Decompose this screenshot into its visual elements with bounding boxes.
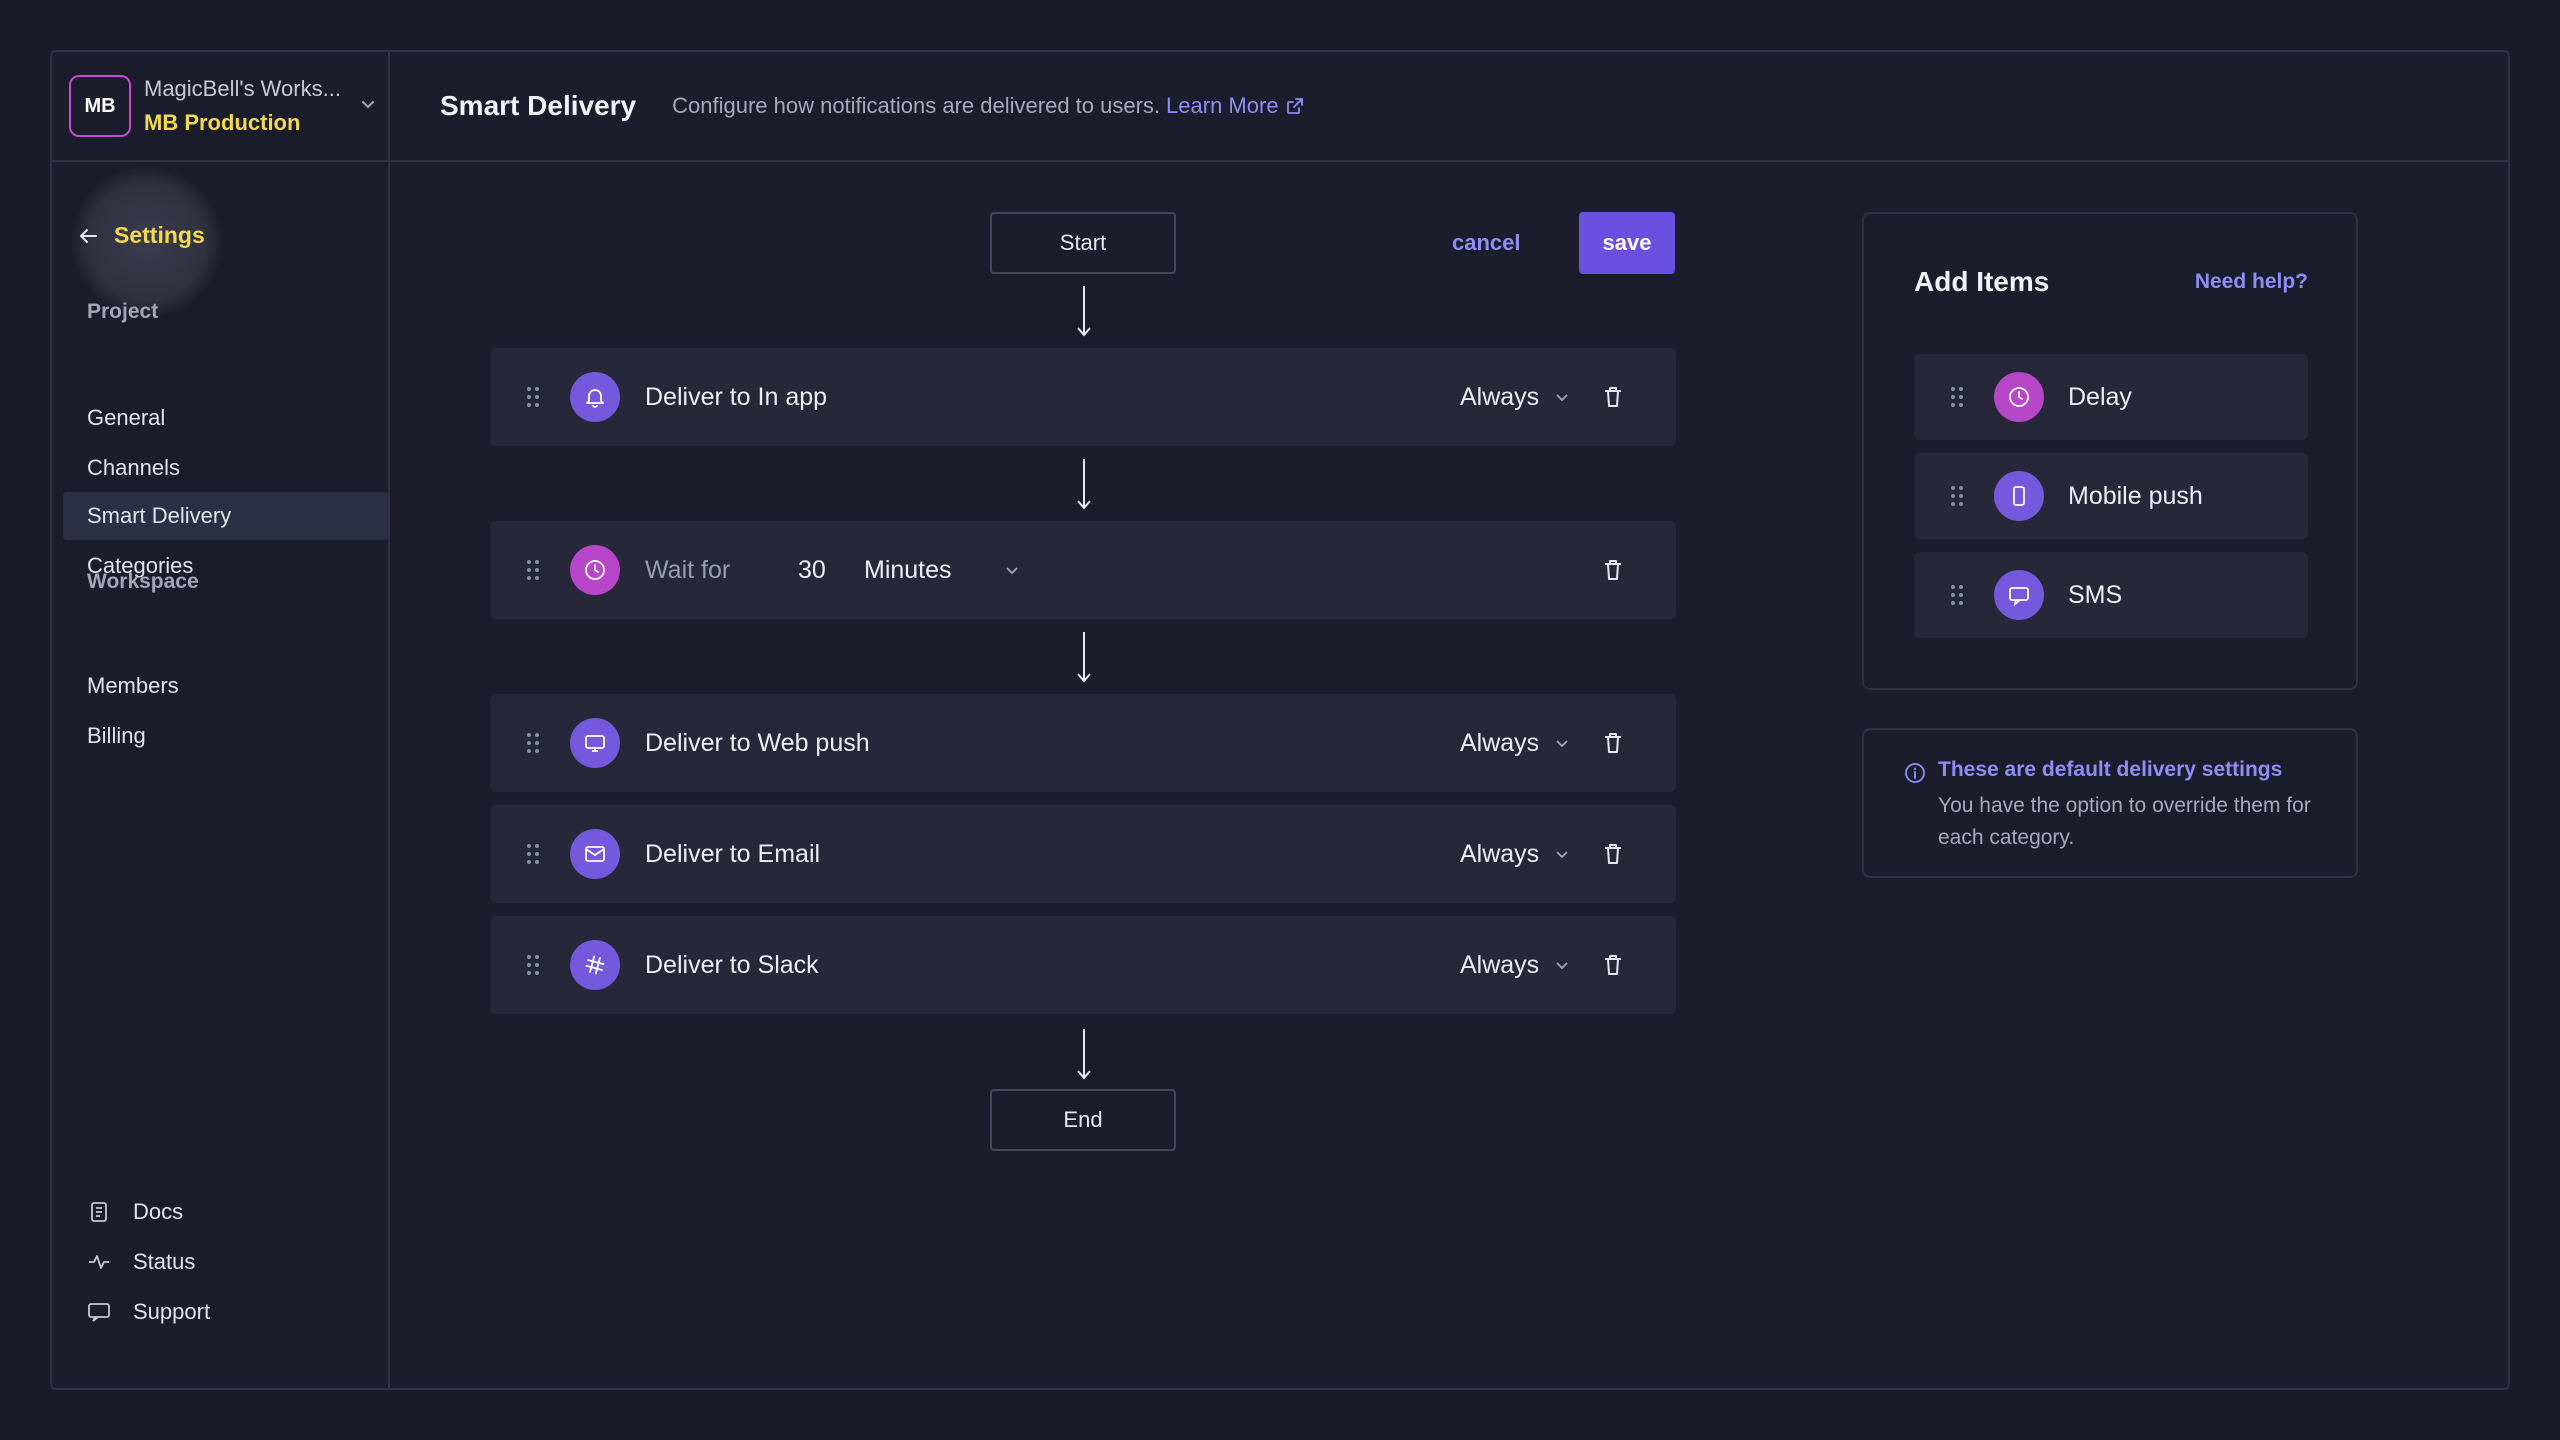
condition-select[interactable]: Always <box>1460 348 1571 446</box>
back-to-settings[interactable]: Settings <box>76 222 205 249</box>
mail-icon <box>570 829 620 879</box>
condition-value: Always <box>1460 950 1540 979</box>
step-email[interactable]: Deliver to Email Always <box>490 805 1676 903</box>
trash-icon[interactable] <box>1602 842 1624 866</box>
add-item-label: Delay <box>2068 382 2132 411</box>
add-item-label: Mobile push <box>2068 481 2203 510</box>
flow-arrow <box>1077 1029 1091 1080</box>
workspace-name: MagicBell's Works... <box>144 76 341 101</box>
drag-handle-icon[interactable] <box>526 954 540 976</box>
clock-icon <box>570 545 620 595</box>
workspace-switcher[interactable]: MB MagicBell's Works... MB Production <box>52 52 388 162</box>
drag-handle-icon[interactable] <box>526 732 540 754</box>
step-label: Deliver to Email <box>645 839 821 868</box>
section-project: Project <box>87 300 159 323</box>
flow-arrow <box>1077 632 1091 683</box>
info-body: You have the option to override them for… <box>1938 794 2311 849</box>
add-item-mobile-push[interactable]: Mobile push <box>1914 453 2308 539</box>
chevron-down-icon <box>1556 740 1568 748</box>
sidebar-item-smart-delivery[interactable]: Smart Delivery <box>63 492 389 540</box>
condition-value: Always <box>1460 728 1540 757</box>
workspace-avatar: MB <box>69 75 131 137</box>
trash-icon[interactable] <box>1602 385 1624 409</box>
bell-icon <box>570 372 620 422</box>
flow-end: End <box>990 1089 1176 1151</box>
sidebar: MB MagicBell's Works... MB Production Se… <box>52 52 390 1388</box>
docs-label: Docs <box>133 1199 184 1224</box>
drag-handle-icon[interactable] <box>1950 386 1964 408</box>
flow-arrow <box>1077 459 1091 510</box>
step-slack[interactable]: Deliver to Slack Always <box>490 916 1676 1014</box>
drag-handle-icon[interactable] <box>526 559 540 581</box>
step-wait[interactable]: Wait for 30 Minutes <box>490 521 1676 619</box>
chevron-down-icon <box>1556 962 1568 970</box>
condition-select[interactable]: Always <box>1460 805 1571 903</box>
step-label: Deliver to Web push <box>645 728 870 757</box>
info-icon <box>1905 763 1925 783</box>
footer-support[interactable]: Support <box>87 1299 210 1325</box>
docs-icon <box>91 1202 107 1222</box>
project-name: MB Production <box>144 110 301 135</box>
phone-icon <box>1994 471 2044 521</box>
drag-handle-icon[interactable] <box>1950 584 1964 606</box>
condition-value: Always <box>1460 839 1540 868</box>
info-card: These are default delivery settings You … <box>1862 728 2358 878</box>
step-label: Deliver to Slack <box>645 950 819 979</box>
activity-icon <box>89 1255 109 1269</box>
chat-icon <box>88 1303 110 1322</box>
monitor-icon <box>570 718 620 768</box>
sidebar-item-channels[interactable]: Channels <box>63 444 389 492</box>
add-item-label: SMS <box>2068 580 2123 609</box>
wait-unit-select[interactable]: Minutes <box>864 521 952 619</box>
condition-select[interactable]: Always <box>1460 916 1571 1014</box>
drag-handle-icon[interactable] <box>526 843 540 865</box>
chevron-down-icon <box>1556 394 1568 402</box>
chevron-down-icon <box>1556 851 1568 859</box>
chevron-down-icon[interactable] <box>358 94 378 114</box>
drag-handle-icon[interactable] <box>526 386 540 408</box>
trash-icon[interactable] <box>1602 731 1624 755</box>
section-workspace: Workspace <box>87 570 199 593</box>
save-button[interactable]: save <box>1579 212 1675 274</box>
settings-label: Settings <box>114 222 205 248</box>
condition-value: Always <box>1460 382 1540 411</box>
status-label: Status <box>133 1249 196 1274</box>
page-title: Smart Delivery <box>440 90 637 121</box>
condition-select[interactable]: Always <box>1460 694 1571 792</box>
drag-handle-icon[interactable] <box>1950 485 1964 507</box>
message-icon <box>1994 570 2044 620</box>
app-window: MB MagicBell's Works... MB Production Se… <box>50 50 2510 1390</box>
sidebar-item-members[interactable]: Members <box>63 662 389 710</box>
wait-label: Wait for <box>645 555 731 584</box>
flow-start: Start <box>990 212 1176 274</box>
page-description: Configure how notifications are delivere… <box>672 93 1161 118</box>
panel-title: Add Items <box>1914 266 2050 297</box>
footer-docs[interactable]: Docs <box>87 1199 183 1225</box>
need-help-link[interactable]: Need help? <box>2195 270 2308 294</box>
trash-icon[interactable] <box>1602 558 1624 582</box>
arrow-left-icon <box>80 228 97 243</box>
step-label: Deliver to In app <box>645 382 828 411</box>
learn-more-link[interactable]: Learn More <box>1166 93 1305 119</box>
external-link-icon <box>1286 98 1303 114</box>
learn-more-label: Learn More <box>1166 93 1279 118</box>
sidebar-item-general[interactable]: General <box>63 394 389 442</box>
add-items-panel: Add Items Need help? Delay Mobile push S… <box>1862 212 2358 690</box>
clock-icon <box>1994 372 2044 422</box>
step-in-app[interactable]: Deliver to In app Always <box>490 348 1676 446</box>
flow-arrow <box>1077 286 1091 337</box>
add-item-delay[interactable]: Delay <box>1914 354 2308 440</box>
support-label: Support <box>133 1299 211 1324</box>
sidebar-item-billing[interactable]: Billing <box>63 712 389 760</box>
info-title: These are default delivery settings <box>1938 758 2283 781</box>
cancel-button[interactable]: cancel <box>1452 212 1521 274</box>
slack-icon <box>570 940 620 990</box>
page-header: Smart Delivery Configure how notificatio… <box>390 52 2508 162</box>
chevron-down-icon[interactable] <box>1003 561 1021 579</box>
trash-icon[interactable] <box>1602 953 1624 977</box>
step-web-push[interactable]: Deliver to Web push Always <box>490 694 1676 792</box>
wait-duration-input[interactable]: 30 <box>798 521 826 619</box>
add-item-sms[interactable]: SMS <box>1914 552 2308 638</box>
footer-status[interactable]: Status <box>87 1249 195 1275</box>
